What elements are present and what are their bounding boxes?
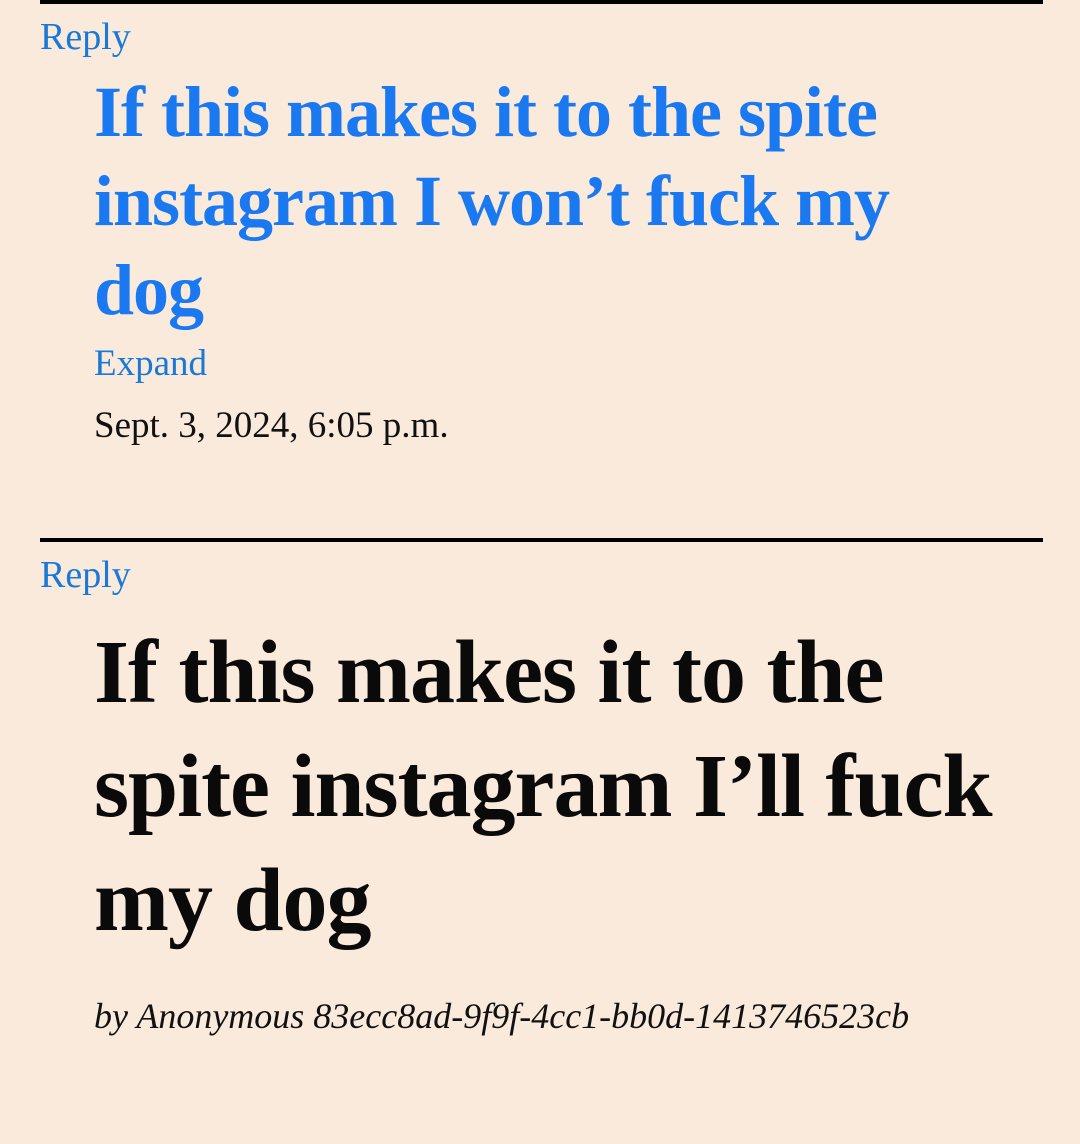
post-byline: by Anonymous 83ecc8ad-9f9f-4cc1-bb0d-141… [94, 996, 910, 1036]
comment-timestamp: Sept. 3, 2024, 6:05 p.m. [94, 405, 449, 446]
post-title: If this makes it to the spite instagram … [94, 623, 993, 950]
expand-link[interactable]: Expand [94, 341, 207, 387]
reply-link[interactable]: Reply [40, 552, 131, 598]
comment-body: If this makes it to the spite instagram … [94, 68, 994, 449]
main-post-body: If this makes it to the spite instagram … [94, 616, 994, 1038]
thread-page: Reply If this makes it to the spite inst… [0, 0, 1080, 1144]
reply-link[interactable]: Reply [40, 14, 131, 60]
comment-title-link[interactable]: If this makes it to the spite instagram … [94, 68, 994, 335]
main-post-card: Reply If this makes it to the spite inst… [40, 538, 1043, 1038]
comment-card: Reply If this makes it to the spite inst… [40, 0, 1043, 449]
